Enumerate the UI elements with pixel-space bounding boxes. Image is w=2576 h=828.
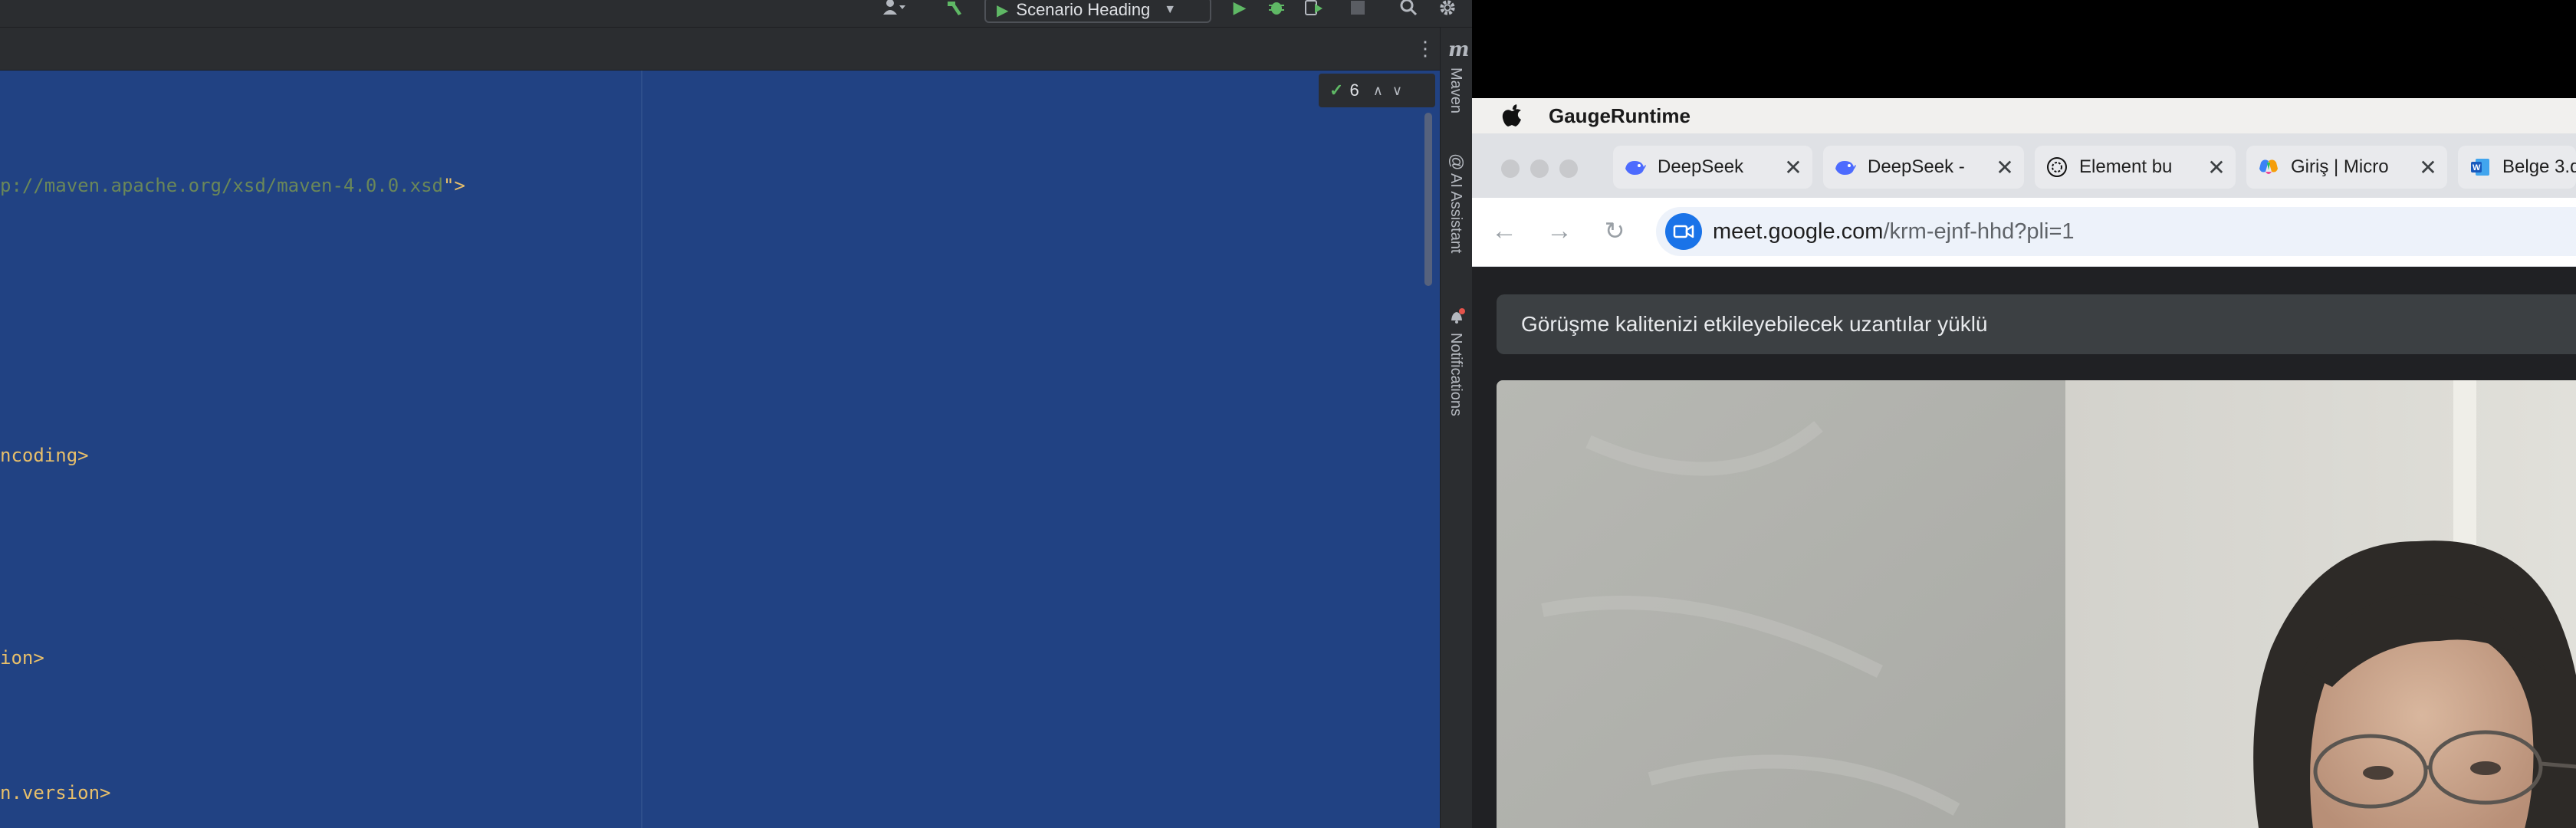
maven-tool-button[interactable]: Maven [1447, 67, 1464, 113]
extensions-warning-banner: Görüşme kalitenizi etkileyebilecek uzant… [1497, 294, 2576, 354]
run-configuration-selector[interactable]: ▶ Scenario Heading ▼ [984, 0, 1211, 23]
ide-toolbar: ▶ Scenario Heading ▼ ▶ [0, 0, 1472, 28]
run-icon[interactable]: ▶ [1228, 0, 1251, 17]
search-icon[interactable] [1397, 0, 1421, 16]
chevron-down-icon[interactable]: ∨ [1392, 83, 1402, 99]
debug-bug-icon[interactable] [1265, 0, 1288, 15]
microsoft-copilot-icon [2257, 156, 2280, 179]
ai-assistant-tool-button[interactable]: AI Assistant [1447, 173, 1464, 254]
code-editor[interactable]: p://maven.apache.org/xsd/maven-4.0.0.xsd… [0, 71, 1440, 828]
desktop-background [1472, 0, 2576, 98]
apple-logo-icon[interactable] [1501, 104, 1523, 127]
tab-title: DeepSeek [1658, 156, 1744, 177]
code-line: p://maven.apache.org/xsd/maven-4.0.0.xsd… [0, 175, 465, 196]
editor-scrollbar-thumb[interactable] [1424, 113, 1432, 286]
notifications-bell-icon[interactable] [1448, 308, 1465, 329]
browser-tab[interactable]: W Belge 3.d [2458, 146, 2576, 189]
tab-close-icon[interactable]: ✕ [2205, 155, 2228, 180]
browser-tab[interactable]: Element bu ✕ [2035, 146, 2236, 189]
deepseek-whale-icon [1624, 156, 1647, 179]
url-domain: meet.google.com [1713, 219, 1884, 244]
browser-tab[interactable]: DeepSeek - ✕ [1823, 146, 2024, 189]
code-line: n.version> [0, 782, 111, 803]
browser-toolbar: ← → ↻ meet.google.com/krm-ejnf-hhd?pli=1 [1472, 198, 2576, 267]
run-config-label: Scenario Heading [1016, 0, 1151, 19]
deepseek-whale-icon [1834, 156, 1857, 179]
build-hammer-icon[interactable] [943, 0, 966, 15]
inspection-count: 6 [1349, 80, 1359, 100]
tab-close-icon[interactable]: ✕ [1782, 155, 1805, 180]
chevron-up-icon[interactable]: ∧ [1373, 83, 1383, 99]
screen: ▶ Scenario Heading ▼ ▶ ⋮ p://maven.apach… [0, 0, 2576, 828]
forward-arrow-icon[interactable]: → [1544, 216, 1575, 246]
chatgpt-icon [2045, 156, 2068, 179]
vcs-user-icon[interactable] [879, 0, 909, 15]
browser-tab[interactable]: Giriş | Micro ✕ [2246, 146, 2447, 189]
tab-title: Element bu [2079, 156, 2173, 177]
inspection-status-widget[interactable]: ✓ 6 ∧ ∨ [1319, 74, 1435, 107]
word-icon: W [2469, 156, 2492, 179]
svg-text:W: W [2472, 163, 2481, 172]
code-url-text: p://maven.apache.org/xsd/maven-4.0.0.xsd [0, 175, 443, 196]
tab-title: DeepSeek - [1868, 156, 1965, 177]
browser-tab-strip: DeepSeek ✕ DeepSeek - ✕ Element bu ✕ Gir… [1472, 133, 2576, 198]
tab-title: Belge 3.d [2502, 156, 2576, 177]
url-path: /krm-ejnf-hhd?pli=1 [1883, 219, 2075, 244]
meet-camera-icon[interactable] [1665, 213, 1702, 250]
more-vertical-icon[interactable]: ⋮ [1415, 38, 1435, 58]
address-bar[interactable]: meet.google.com/krm-ejnf-hhd?pli=1 [1656, 207, 2576, 256]
browser-tab[interactable]: DeepSeek ✕ [1613, 146, 1812, 189]
right-tool-window-strip: m Maven @ AI Assistant Notifications [1440, 28, 1472, 828]
mac-menu-bar: GaugeRuntime [1472, 98, 2576, 133]
stop-icon[interactable] [1346, 0, 1369, 15]
maven-icon[interactable]: m [1448, 38, 1470, 61]
run-config-play-icon: ▶ [997, 2, 1009, 19]
code-line: ion> [0, 647, 44, 669]
tab-close-icon[interactable]: ✕ [2417, 155, 2440, 180]
editor-tab-bar: ⋮ [0, 28, 1472, 71]
ai-assistant-icon[interactable]: @ [1447, 153, 1467, 170]
window-maximize-button[interactable] [1559, 159, 1578, 178]
window-close-button[interactable] [1501, 159, 1520, 178]
banner-text: Görüşme kalitenizi etkileyebilecek uzant… [1521, 312, 1988, 336]
check-icon: ✓ [1329, 80, 1344, 100]
reload-icon[interactable]: ↻ [1599, 216, 1630, 245]
code-tag-text: n.version> [0, 782, 111, 803]
notifications-tool-button[interactable]: Notifications [1447, 333, 1464, 416]
tab-close-icon[interactable]: ✕ [1993, 155, 2016, 180]
code-line: ncoding> [0, 445, 89, 466]
editor-right-margin-guide [641, 71, 642, 828]
url-text[interactable]: meet.google.com/krm-ejnf-hhd?pli=1 [1713, 219, 2075, 245]
run-with-coverage-icon[interactable] [1303, 0, 1326, 15]
app-name-menu[interactable]: GaugeRuntime [1549, 104, 1691, 128]
ide-window: ▶ Scenario Heading ▼ ▶ ⋮ p://maven.apach… [0, 0, 1472, 828]
back-arrow-icon[interactable]: ← [1489, 216, 1520, 246]
code-punctuation: "> [442, 175, 465, 196]
self-video-preview [1497, 380, 2576, 828]
tab-title: Giriş | Micro [2291, 156, 2389, 177]
window-minimize-button[interactable] [1530, 159, 1549, 178]
google-meet-page: Görüşme kalitenizi etkileyebilecek uzant… [1472, 267, 2576, 828]
gear-icon[interactable] [1435, 0, 1460, 15]
chevron-down-icon: ▼ [1164, 3, 1177, 16]
camera-feed-image [1497, 380, 2576, 828]
code-tag-text: ion> [0, 647, 44, 669]
code-tag-text: ncoding> [0, 445, 89, 466]
